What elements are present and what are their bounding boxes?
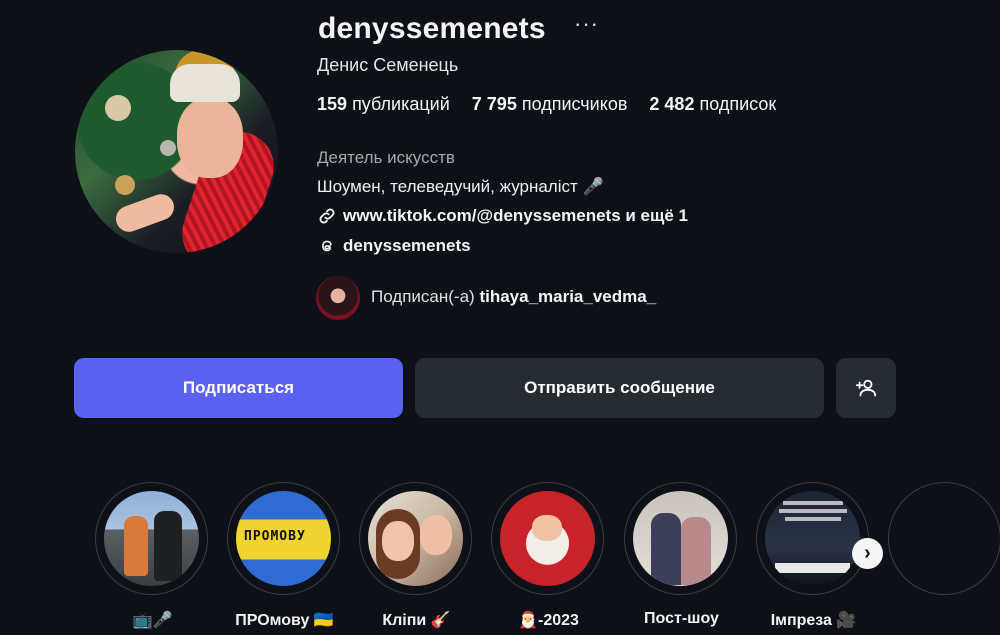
highlight-ring	[491, 482, 604, 595]
profile-category: Деятель искусств	[317, 148, 455, 167]
posts-stat: 159 публикаций	[317, 94, 450, 114]
highlight-label: Імпреза 🎥	[770, 612, 857, 629]
ornament-shape	[160, 140, 176, 156]
profile-link-text[interactable]: www.tiktok.com/@denyssemenets и ещё 1	[343, 206, 688, 226]
profile-username: denyssemenets	[318, 12, 546, 45]
add-person-icon	[855, 379, 877, 397]
highlight-label: Кліпи 🎸	[382, 612, 451, 629]
profile-full-name: Денис Семенець	[317, 55, 459, 75]
highlight-cover	[633, 491, 728, 586]
threads-icon	[321, 240, 332, 252]
highlight-ring	[95, 482, 208, 595]
profile-link[interactable]: www.tiktok.com/@denyssemenets и ещё 1	[317, 206, 688, 226]
story-highlight[interactable]: Кліпи 🎸	[359, 482, 474, 629]
highlight-cover	[104, 491, 199, 586]
highlight-cover: ПРОМОВУ	[236, 491, 331, 586]
highlight-ring	[359, 482, 472, 595]
following-stat[interactable]: 2 482 подписок	[649, 94, 776, 115]
more-options-icon[interactable]: ···	[574, 11, 599, 37]
hand-shape	[112, 190, 178, 236]
highlight-label: ПРОмову 🇺🇦	[235, 612, 334, 629]
ornament-shape	[115, 175, 135, 195]
story-highlight[interactable]: Імпреза 🎥	[756, 482, 871, 629]
profile-bio: Шоумен, телеведучий, журналіст 🎤	[317, 177, 604, 196]
story-highlight[interactable]: 📺🎤	[95, 482, 210, 629]
send-message-button[interactable]: Отправить сообщение	[415, 358, 824, 418]
followed-by-avatar[interactable]	[316, 276, 360, 320]
link-icon	[319, 208, 335, 224]
highlight-ring: ПРОМОВУ	[227, 482, 340, 595]
story-highlight[interactable]: 🎅-2023	[491, 482, 606, 629]
highlight-label: Пост-шоу	[644, 610, 719, 627]
story-highlight-partial[interactable]	[888, 482, 1000, 595]
highlight-cover	[368, 491, 463, 586]
threads-link[interactable]: denyssemenets	[317, 236, 471, 256]
highlight-ring	[756, 482, 869, 595]
next-highlights-button[interactable]: ›	[852, 538, 883, 569]
follow-button[interactable]: Подписаться	[74, 358, 403, 418]
chevron-right-icon: ›	[864, 542, 871, 564]
story-highlight[interactable]: Пост-шоу	[624, 482, 739, 627]
highlight-label: 🎅-2023	[518, 612, 579, 629]
highlight-label: 📺🎤	[132, 612, 173, 629]
highlight-cover	[500, 491, 595, 586]
ornament-shape	[105, 95, 131, 121]
highlight-cover	[765, 491, 860, 586]
face-shape	[177, 98, 243, 178]
hat-brim-shape	[170, 64, 240, 102]
followed-by-username[interactable]: tihaya_maria_vedma_	[479, 287, 656, 306]
suggest-people-button[interactable]	[836, 358, 896, 418]
followers-stat[interactable]: 7 795 подписчиков	[472, 94, 628, 115]
profile-avatar[interactable]	[75, 50, 278, 253]
profile-stats: 159 публикаций 7 795 подписчиков 2 482 п…	[317, 94, 776, 115]
highlight-ring	[624, 482, 737, 595]
followed-by-text[interactable]: Подписан(-а) tihaya_maria_vedma_	[371, 287, 656, 307]
threads-username[interactable]: denyssemenets	[343, 236, 471, 256]
story-highlight[interactable]: ПРОМОВУ ПРОмову 🇺🇦	[227, 482, 342, 629]
